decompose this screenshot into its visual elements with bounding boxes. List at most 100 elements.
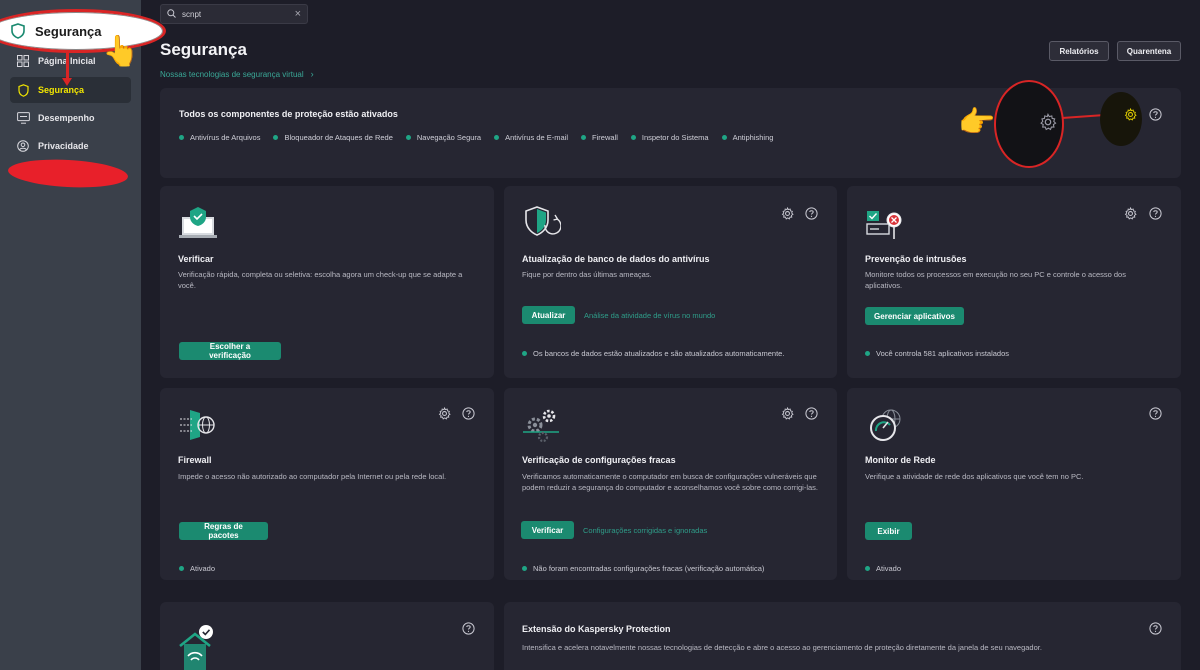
choose-scan-button[interactable]: Escolher a verificação bbox=[179, 342, 281, 360]
gear-icon[interactable] bbox=[438, 407, 451, 420]
sidebar-item-label: Desempenho bbox=[38, 113, 95, 123]
close-icon[interactable]: × bbox=[295, 8, 301, 20]
home-wifi-icon bbox=[178, 622, 216, 670]
status-dot bbox=[522, 351, 527, 356]
component-label: Antivírus de E-mail bbox=[505, 133, 569, 142]
component-item[interactable]: Bloqueador de Ataques de Rede bbox=[273, 133, 393, 142]
help-icon[interactable] bbox=[462, 622, 475, 635]
status-dot bbox=[179, 135, 184, 140]
status-dot bbox=[721, 135, 727, 140]
sidebar-item-privacy[interactable]: Privacidade bbox=[10, 133, 131, 159]
status-text: Você controla 581 aplicativos instalados bbox=[876, 349, 1010, 358]
network-monitor-title: Monitor de Rede bbox=[865, 455, 936, 465]
help-icon[interactable] bbox=[462, 407, 475, 420]
component-item[interactable]: Antivírus de E-mail bbox=[494, 133, 568, 142]
network-monitor-description: Verifique a atividade de rede dos aplica… bbox=[865, 472, 1084, 481]
update-title: Atualização de banco de dados do antivír… bbox=[522, 254, 710, 264]
status-dot bbox=[405, 135, 411, 140]
firewall-icon bbox=[178, 407, 216, 443]
status-text: Ativado bbox=[876, 564, 902, 573]
component-label: Firewall bbox=[592, 133, 618, 142]
app-control-icon bbox=[865, 205, 903, 241]
verify-button[interactable]: Verificar bbox=[521, 521, 574, 539]
pointing-hand-icon: 👉 bbox=[958, 106, 996, 139]
settings-gear-icon[interactable] bbox=[1124, 108, 1137, 121]
search-box[interactable]: scnpt × bbox=[160, 4, 308, 24]
chevron-right-icon: › bbox=[310, 69, 314, 79]
intrusion-description: Monitore todos os processos em execução … bbox=[865, 270, 1126, 290]
sidebar-item-performance[interactable]: Desempenho bbox=[10, 105, 131, 131]
technologies-link[interactable]: Nossas tecnologias de segurança virtual … bbox=[160, 69, 314, 79]
help-icon[interactable] bbox=[805, 407, 818, 420]
search-icon bbox=[167, 8, 176, 20]
firewall-status: Ativado bbox=[179, 564, 215, 573]
status-dot bbox=[179, 566, 184, 571]
brand-highlight: Segurança bbox=[0, 9, 166, 53]
extension-title: Extensão do Kaspersky Protection bbox=[522, 624, 671, 634]
help-icon[interactable] bbox=[1149, 407, 1162, 420]
status-text: Não foram encontradas configurações frac… bbox=[533, 564, 765, 573]
protection-title: Todos os componentes de proteção estão a… bbox=[179, 109, 398, 119]
network-gauge-icon bbox=[865, 407, 903, 443]
scan-title: Verificar bbox=[178, 254, 214, 264]
privacy-icon bbox=[16, 139, 30, 153]
extension-card bbox=[504, 602, 1181, 670]
packet-rules-button[interactable]: Regras de pacotes bbox=[179, 522, 268, 540]
weak-settings-status: Não foram encontradas configurações frac… bbox=[522, 564, 764, 573]
redaction-mark bbox=[7, 156, 129, 191]
technologies-link-label: Nossas tecnologias de segurança virtual bbox=[160, 69, 304, 79]
component-item[interactable]: Inspetor do Sistema bbox=[630, 133, 709, 142]
manage-apps-button[interactable]: Gerenciar aplicativos bbox=[865, 307, 964, 325]
weak-settings-title: Verificação de configurações fracas bbox=[522, 455, 676, 465]
update-button[interactable]: Atualizar bbox=[522, 306, 575, 324]
scan-description: Verificação rápida, completa ou seletiva… bbox=[178, 270, 463, 290]
status-dot bbox=[494, 135, 500, 140]
help-icon[interactable] bbox=[1149, 207, 1162, 220]
intrusion-status: Você controla 581 aplicativos instalados bbox=[865, 349, 1009, 358]
brand-label: Segurança bbox=[35, 23, 102, 39]
search-input[interactable]: scnpt bbox=[182, 10, 295, 19]
component-item[interactable]: Antiphishing bbox=[721, 133, 774, 142]
status-dot bbox=[273, 135, 279, 140]
sidebar-item-label: Privacidade bbox=[38, 141, 89, 151]
sidebar: Página Inicial Segurança Desempenho Priv… bbox=[0, 0, 141, 670]
shield-update-icon bbox=[521, 205, 562, 241]
quarantine-button[interactable]: Quarentena bbox=[1117, 41, 1181, 61]
gear-icon[interactable] bbox=[1039, 113, 1057, 131]
component-item[interactable]: Firewall bbox=[581, 133, 618, 142]
component-label: Navegação Segura bbox=[416, 133, 482, 142]
gear-icon[interactable] bbox=[1124, 207, 1137, 220]
component-label: Antivírus de Arquivos bbox=[190, 133, 261, 142]
intrusion-title: Prevenção de intrusões bbox=[865, 254, 967, 264]
firewall-description: Impede o acesso não autorizado ao comput… bbox=[178, 472, 447, 481]
extension-description: Intensifica e acelera notavelmente nossa… bbox=[522, 643, 1042, 652]
reports-button[interactable]: Relatórios bbox=[1049, 41, 1109, 61]
fixed-ignored-link[interactable]: Configurações corrigidas e ignoradas bbox=[583, 526, 707, 535]
component-label: Bloqueador de Ataques de Rede bbox=[284, 133, 393, 142]
update-description: Fique por dentro das últimas ameaças. bbox=[522, 270, 652, 279]
help-icon[interactable] bbox=[1149, 622, 1162, 635]
status-dot bbox=[630, 135, 636, 140]
update-status: Os bancos de dados estão atualizados e s… bbox=[522, 349, 784, 358]
component-item[interactable]: Navegação Segura bbox=[405, 133, 482, 142]
component-item[interactable]: Antivírus de Arquivos bbox=[179, 133, 260, 142]
component-label: Inspetor do Sistema bbox=[641, 133, 709, 142]
help-icon[interactable] bbox=[1149, 108, 1162, 121]
annotation-arrow bbox=[62, 52, 72, 86]
grid-icon bbox=[16, 54, 30, 68]
monitor-icon bbox=[16, 111, 30, 125]
weak-settings-description: Verificamos automaticamente o computador… bbox=[522, 472, 818, 492]
status-text: Os bancos de dados estão atualizados e s… bbox=[533, 349, 785, 358]
gear-icon[interactable] bbox=[781, 407, 794, 420]
help-icon[interactable] bbox=[805, 207, 818, 220]
virus-activity-link[interactable]: Análise da atividade de vírus no mundo bbox=[584, 311, 715, 320]
components-list: Antivírus de Arquivos Bloqueador de Ataq… bbox=[179, 133, 786, 142]
network-monitor-status: Ativado bbox=[865, 564, 901, 573]
component-label: Antiphishing bbox=[732, 133, 774, 142]
gear-icon[interactable] bbox=[781, 207, 794, 220]
view-button[interactable]: Exibir bbox=[865, 522, 912, 540]
status-dot bbox=[865, 566, 870, 571]
gears-settings-icon bbox=[521, 407, 559, 443]
sidebar-item-label: Segurança bbox=[38, 85, 85, 95]
status-dot bbox=[865, 351, 870, 356]
